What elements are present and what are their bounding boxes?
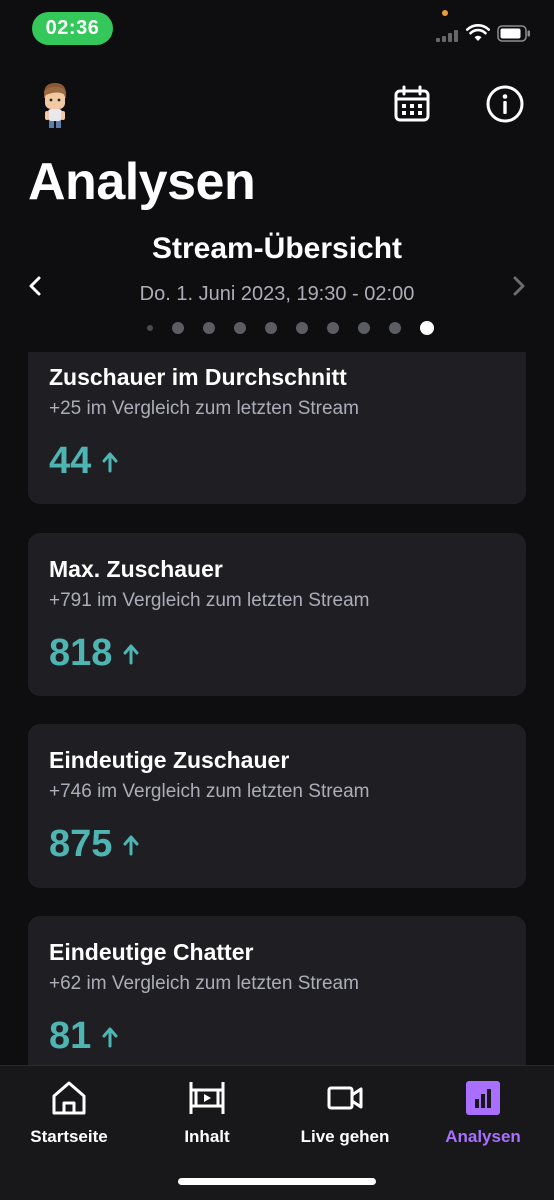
card-value: 818 <box>49 632 140 675</box>
card-comparison: +791 im Vergleich zum letzten Stream <box>49 590 370 611</box>
card-comparison: +62 im Vergleich zum letzten Stream <box>49 973 359 994</box>
arrow-up-icon <box>102 452 118 472</box>
tab-content[interactable]: Inhalt <box>138 1078 276 1158</box>
battery-icon <box>497 25 530 42</box>
card-value-number: 81 <box>49 1015 92 1057</box>
card-title: Zuschauer im Durchschnitt <box>49 364 347 390</box>
home-indicator[interactable] <box>178 1178 376 1185</box>
info-icon <box>486 85 524 123</box>
bar-chart-icon <box>466 1081 500 1115</box>
calendar-icon <box>394 85 430 122</box>
video-camera-icon <box>327 1086 363 1110</box>
card-value: 81 <box>49 1015 119 1058</box>
arrow-up-icon <box>102 1027 118 1047</box>
page-title: Analysen <box>28 153 256 211</box>
wifi-icon <box>466 24 490 41</box>
avatar[interactable] <box>32 80 76 130</box>
page-dot[interactable] <box>388 322 401 334</box>
overview-title: Stream-Übersicht <box>151 232 403 265</box>
page-dot[interactable] <box>146 325 153 331</box>
tab-home[interactable]: Startseite <box>0 1078 138 1158</box>
page-dot[interactable] <box>295 322 308 334</box>
tab-analytics[interactable]: Analysen <box>414 1078 552 1158</box>
stats-list[interactable]: Zuschauer im Durchschnitt +25 im Verglei… <box>0 352 554 1065</box>
stat-card-average-viewers[interactable]: Zuschauer im Durchschnitt +25 im Verglei… <box>28 352 526 504</box>
page-dot[interactable] <box>171 322 184 334</box>
page-dot[interactable] <box>357 322 370 334</box>
card-title: Max. Zuschauer <box>49 556 223 582</box>
tab-label: Analysen <box>445 1127 521 1146</box>
tab-label: Inhalt <box>184 1127 230 1146</box>
card-comparison: +746 im Vergleich zum letzten Stream <box>49 781 370 802</box>
tab-go-live[interactable]: Live gehen <box>276 1078 414 1158</box>
card-value-number: 875 <box>49 823 113 865</box>
home-icon <box>52 1081 86 1115</box>
arrow-up-icon <box>123 835 139 855</box>
arrow-up-icon <box>123 644 139 664</box>
page-indicator[interactable] <box>0 321 554 335</box>
page-dot[interactable] <box>233 322 246 334</box>
card-title: Eindeutige Zuschauer <box>49 747 290 773</box>
page-dot[interactable] <box>202 322 215 334</box>
card-value: 875 <box>49 823 140 866</box>
page-dot[interactable] <box>326 322 339 334</box>
privacy-indicator-dot <box>442 10 448 16</box>
stream-date-range: Do. 1. Juni 2023, 19:30 - 02:00 <box>139 283 415 305</box>
card-value: 44 <box>49 440 119 483</box>
info-button[interactable] <box>483 82 527 126</box>
card-value-number: 818 <box>49 632 113 674</box>
card-value-number: 44 <box>49 440 92 482</box>
status-bar: 02:36 <box>0 0 554 56</box>
card-title: Eindeutige Chatter <box>49 939 254 965</box>
cellular-signal-icon <box>436 30 458 42</box>
tab-label: Startseite <box>30 1127 108 1146</box>
card-comparison: +25 im Vergleich zum letzten Stream <box>49 398 359 419</box>
stat-card-max-viewers[interactable]: Max. Zuschauer +791 im Vergleich zum let… <box>28 533 526 696</box>
page-dot[interactable] <box>264 322 277 334</box>
film-icon <box>189 1082 225 1114</box>
stat-card-unique-chatters[interactable]: Eindeutige Chatter +62 im Vergleich zum … <box>28 916 526 1065</box>
tab-label: Live gehen <box>300 1127 390 1146</box>
stat-card-unique-viewers[interactable]: Eindeutige Zuschauer +746 im Vergleich z… <box>28 724 526 888</box>
page-dot-active[interactable] <box>419 321 434 335</box>
status-time: 02:36 <box>32 12 113 45</box>
calendar-button[interactable] <box>390 82 434 126</box>
